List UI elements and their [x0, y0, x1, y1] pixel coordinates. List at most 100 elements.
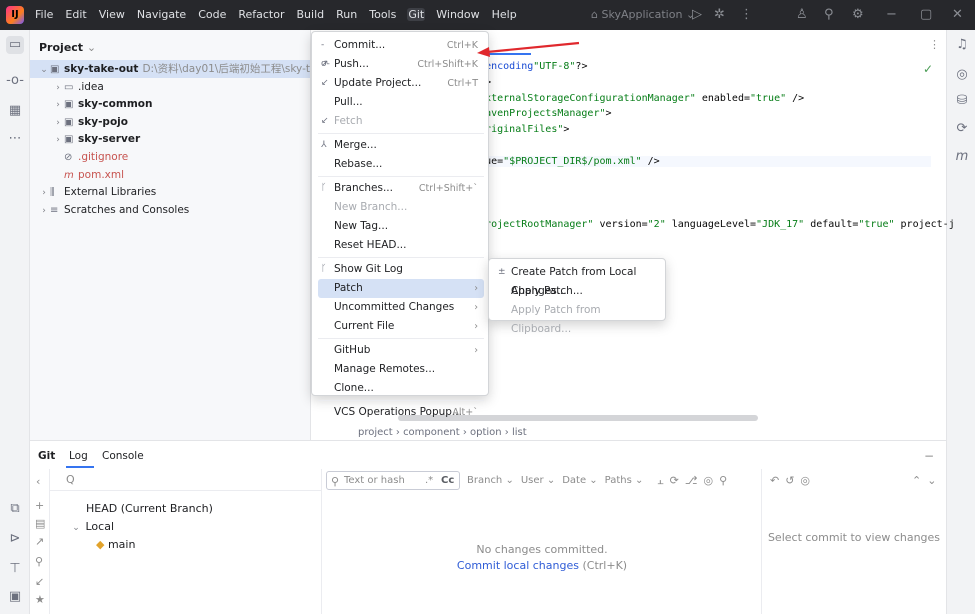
copilot-icon[interactable]: ⟳ — [953, 120, 971, 138]
filter-date[interactable]: Date ⌄ — [562, 475, 597, 486]
git-menu-item-uncommitted-changes[interactable]: Uncommitted Changes › — [318, 298, 484, 317]
chevron-right-icon[interactable]: › — [52, 79, 64, 97]
filter-paths[interactable]: Paths ⌄ — [605, 475, 644, 486]
git-menu-item-github[interactable]: GitHub › — [318, 341, 484, 360]
local-branches-node[interactable]: ⌄ Local — [70, 520, 114, 533]
run-panel-icon[interactable]: ⊳ — [6, 530, 24, 548]
menu-build[interactable]: Build — [296, 8, 326, 21]
add-icon[interactable]: + — [35, 499, 44, 512]
build-icon[interactable]: ⊤ — [6, 560, 24, 578]
patch-menu-item[interactable]: Apply Patch... — [495, 282, 661, 301]
git-menu-item-vcs-operations-popup[interactable]: VCS Operations Popup... Alt+` — [318, 403, 484, 422]
debug-icon[interactable]: ✲ — [714, 7, 725, 22]
commit-link[interactable]: Commit local changes — [457, 559, 579, 572]
git-menu-item-pull[interactable]: Pull... — [318, 93, 484, 112]
branch-main[interactable]: ◆ main — [96, 538, 135, 551]
menu-edit[interactable]: Edit — [64, 8, 87, 21]
structure-icon[interactable]: ▦ — [6, 102, 24, 120]
tree-item[interactable]: ⌄ ▣ sky-take-out D:\资料\day01\后端初始工程\sky-tak… — [30, 60, 350, 79]
ai-assistant-icon[interactable]: ◎ — [953, 66, 971, 84]
menu-help[interactable]: Help — [491, 8, 518, 21]
match-case-toggle[interactable]: Cc — [441, 475, 454, 486]
menu-navigate[interactable]: Navigate — [136, 8, 187, 21]
git-menu-item-commit[interactable]: -o- Commit... Ctrl+K — [318, 36, 484, 69]
commit-local-changes[interactable]: Commit local changes (Ctrl+K) — [322, 559, 762, 572]
tree-item[interactable]: m pom.xml — [30, 166, 124, 184]
log-toolbar-icons[interactable]: ⫠⟳⎇◎⚲ — [657, 474, 733, 488]
chevron-right-icon[interactable]: › — [52, 114, 64, 132]
git-menu-item-new-tag[interactable]: New Tag... — [318, 217, 484, 236]
menu-git[interactable]: Git — [407, 8, 426, 21]
run-icon[interactable]: ▷ — [692, 7, 702, 22]
git-menu-item-clone[interactable]: Clone... — [318, 379, 484, 398]
project-panel-title[interactable]: Project ⌄ — [39, 41, 96, 54]
git-menu-item-rebase[interactable]: Rebase... — [318, 155, 484, 174]
git-menu-item-update-project[interactable]: ↙ Update Project... Ctrl+T — [318, 74, 484, 93]
terminal-icon[interactable]: ▣ — [6, 588, 24, 606]
chevron-down-icon[interactable]: ⌄ — [38, 61, 50, 79]
commit-filter-input[interactable]: ⚲ Text or hash .* Cc — [326, 471, 460, 490]
regex-toggle[interactable]: .* — [425, 475, 433, 486]
update-icon[interactable]: ↙ — [35, 575, 44, 588]
maven-icon[interactable]: m — [953, 148, 971, 166]
tree-item[interactable]: › ⫼ External Libraries — [30, 183, 156, 201]
git-menu-item-branches[interactable]: ᚴ Branches... Ctrl+Shift+` — [318, 179, 484, 198]
chevron-right-icon[interactable]: › — [38, 184, 50, 202]
search-icon[interactable]: ⚲ — [35, 555, 43, 568]
delete-icon[interactable]: ▤ — [35, 517, 45, 530]
settings-gear-icon[interactable]: ⚙ — [852, 7, 864, 22]
git-menu-item-push[interactable]: ↗ Push... Ctrl+Shift+K — [318, 55, 484, 74]
tree-item[interactable]: › ▭ .idea — [30, 78, 104, 96]
tab-console[interactable]: Console — [102, 450, 144, 462]
git-menu-item-show-git-log[interactable]: ᚴ Show Git Log — [318, 260, 484, 279]
head-branch[interactable]: HEAD (Current Branch) — [86, 502, 213, 515]
filter-branch[interactable]: Branch ⌄ — [467, 475, 514, 486]
menu-file[interactable]: File — [34, 8, 54, 21]
branch-search[interactable]: Q — [50, 469, 322, 491]
checkout-icon[interactable]: ↗ — [35, 535, 44, 548]
filter-user[interactable]: User ⌄ — [521, 475, 555, 486]
git-menu-item-merge[interactable]: ⅄ Merge... — [318, 136, 484, 155]
chevron-right-icon[interactable]: › — [52, 96, 64, 114]
chevron-right-icon[interactable]: › — [38, 202, 50, 220]
tree-item[interactable]: › ▣ sky-common — [30, 95, 152, 113]
menu-tools[interactable]: Tools — [368, 8, 397, 21]
notifications-icon[interactable]: ♫ — [953, 36, 971, 54]
minimize-icon[interactable]: − — [886, 7, 897, 22]
maximize-icon[interactable]: ▢ — [920, 7, 932, 22]
tree-item[interactable]: › ▣ sky-pojo — [30, 113, 128, 131]
expand-collapse-icons[interactable]: ⌃⌄ — [912, 474, 942, 487]
project-folder-icon[interactable]: ▭ — [6, 36, 24, 54]
menu-window[interactable]: Window — [435, 8, 480, 21]
menu-code[interactable]: Code — [197, 8, 227, 21]
more-actions-icon[interactable]: ⋮ — [740, 7, 753, 22]
git-menu-item-manage-remotes[interactable]: Manage Remotes... — [318, 360, 484, 379]
menu-view[interactable]: View — [98, 8, 126, 21]
inspection-ok-icon[interactable]: ✓ — [923, 62, 933, 76]
git-menu-item-reset-head[interactable]: Reset HEAD... — [318, 236, 484, 255]
chevron-right-icon[interactable]: › — [52, 131, 64, 149]
collapse-icon[interactable]: ‹ — [36, 475, 40, 488]
patch-menu-item[interactable]: ± Create Patch from Local Changes... — [495, 263, 661, 297]
tab-log[interactable]: Log — [69, 450, 88, 462]
commit-icon[interactable]: -o- — [6, 72, 24, 90]
close-window-icon[interactable]: ✕ — [952, 7, 963, 22]
tree-item[interactable]: › ≡ Scratches and Consoles — [30, 201, 189, 219]
services-icon[interactable]: ⧉ — [6, 500, 24, 518]
menu-run[interactable]: Run — [335, 8, 358, 21]
tree-item[interactable]: ⊘ .gitignore — [30, 148, 128, 166]
more-tools-icon[interactable]: ⋯ — [6, 130, 24, 148]
run-configuration-selector[interactable]: ⌂ SkyApplication ⌄ — [591, 8, 695, 21]
git-menu-item-current-file[interactable]: Current File › — [318, 317, 484, 336]
tab-git[interactable]: Git — [38, 450, 55, 462]
minimize-panel-icon[interactable]: − — [924, 449, 934, 463]
editor-more-icon[interactable]: ⋮ — [929, 38, 940, 51]
tree-item[interactable]: › ▣ sky-server — [30, 130, 140, 148]
breadcrumb[interactable]: project › component › option › list — [358, 427, 527, 438]
git-menu-item-patch[interactable]: Patch › — [318, 279, 484, 298]
search-everywhere-icon[interactable]: ⚲ — [824, 7, 834, 22]
menu-refactor[interactable]: Refactor — [237, 8, 285, 21]
database-icon[interactable]: ⛁ — [953, 92, 971, 110]
intellij-logo-icon[interactable]: IJ — [6, 6, 24, 24]
add-user-icon[interactable]: ♙ — [796, 7, 808, 22]
